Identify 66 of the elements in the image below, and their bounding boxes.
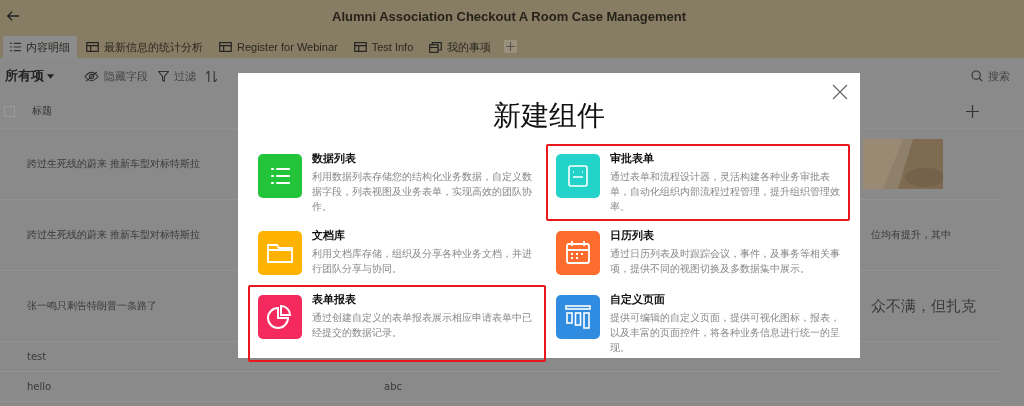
sort-icon[interactable] [206,70,217,82]
tab-label: 内容明细 [26,39,70,55]
option-title: 日历列表 [610,228,655,243]
pie-chart-icon [258,295,302,339]
list-icon [258,154,302,198]
view-label: 所有项 [5,67,44,85]
tab-label: 我的事项 [447,39,492,55]
component-option[interactable]: 表单报表 通过创建自定义的表单报表展示相应申请表单中已经提交的数据记录。 [248,285,546,362]
component-option[interactable]: 数据列表 利用数据列表存储您的结构化业务数据，自定义数据字段，列表视图及业务表单，实现高效的团队协作。 [248,144,546,221]
back-icon[interactable] [6,9,20,23]
table-cell: 众不满，但扎克 [871,296,976,316]
table-cell: abc [384,381,402,392]
stacked-windows-icon [429,41,443,53]
filter-icon [158,70,169,82]
add-tab-button[interactable] [504,40,518,53]
view-dropdown[interactable]: 所有项 [5,67,54,85]
form-icon [556,154,600,198]
tab[interactable]: 最新信息的统计分析 [79,36,210,58]
column-header: 标题 [32,104,52,118]
option-description: 通过日历列表及时跟踪会议，事件，及事务等相关事项，提供不同的视图切换及多数据集中展示。 [610,247,841,276]
tab-label: Test Info [371,41,414,53]
filter-label: 过滤 [174,68,196,84]
option-title: 文档库 [312,228,346,243]
page-title: Alumni Association Checkout A Room Case Management [331,8,687,24]
option-description: 通过创建自定义的表单报表展示相应申请表单中已经提交的数据记录。 [312,311,533,340]
option-title: 表单报表 [312,292,357,307]
tab[interactable]: Register for Webinar [212,36,345,58]
tab[interactable]: 内容明细 [3,36,77,58]
option-title: 自定义页面 [610,292,666,307]
component-option[interactable]: 审批表单 通过表单和流程设计器，灵活构建各种业务审批表单，自动化组织内部流程过程管理，提升组织管理效率。 [546,144,850,221]
table-cell: hello [27,381,52,392]
folder-icon [258,231,302,275]
add-column-icon[interactable] [966,104,979,118]
component-option[interactable]: 日历列表 通过日历列表及时跟踪会议，事件，及事务等相关事项，提供不同的视图切换及多数据集中展示。 [546,221,850,285]
close-icon[interactable] [832,84,848,100]
tab[interactable]: 我的事项 [422,36,499,58]
option-title: 审批表单 [610,151,655,166]
table-icon [86,42,99,52]
columns-icon [556,295,600,339]
hide-fields-label: 隐藏字段 [104,68,148,84]
option-description: 通过表单和流程设计器，灵活构建各种业务审批表单，自动化组织内部流程过程管理，提升组织管理效率。 [610,170,841,214]
option-description: 利用数据列表存储您的结构化业务数据，自定义数据字段，列表视图及业务表单，实现高效的团队协作。 [312,170,533,214]
table-cell: 跨过生死线的蔚来 推新车型对标特斯拉 [27,229,201,240]
calendar-icon [556,231,600,275]
search-icon [971,70,983,82]
tab-label: 最新信息的统计分析 [104,39,203,55]
search-label: 搜索 [988,68,1010,84]
option-description: 提供可编辑的自定义页面，提供可视化图标，报表，以及丰富的页面控件，将各种业务信息进行统一的呈现。 [610,311,841,355]
list-icon [10,42,21,52]
table-cell: test [27,351,47,362]
option-title: 数据列表 [312,151,357,166]
hidden-eye-icon [84,70,99,82]
tab-label: Register for Webinar [237,41,338,53]
table-cell: 位均有提升，其中 [871,228,951,242]
component-option[interactable]: 文档库 利用文档库存储，组织及分享各种业务文档，并进行团队分享与协同。 [248,221,546,285]
hide-fields-button[interactable]: 隐藏字段 [84,68,148,84]
table-cell: 跨过生死线的蔚来 推新车型对标特斯拉 [27,158,201,169]
filter-button[interactable]: 过滤 [158,68,196,84]
table-icon [353,42,367,52]
search-button[interactable]: 搜索 [971,68,1010,84]
dialog-title: 新建组件 [492,98,606,134]
caret-icon [47,73,54,79]
table-icon [219,42,232,52]
component-option[interactable]: 自定义页面 提供可编辑的自定义页面，提供可视化图标，报表，以及丰富的页面控件，将各种业务信息进行统一的呈现。 [546,285,850,362]
tab[interactable]: Test Info [346,36,421,58]
option-description: 利用文档库存储，组织及分享各种业务文档，并进行团队分享与协同。 [312,247,533,276]
